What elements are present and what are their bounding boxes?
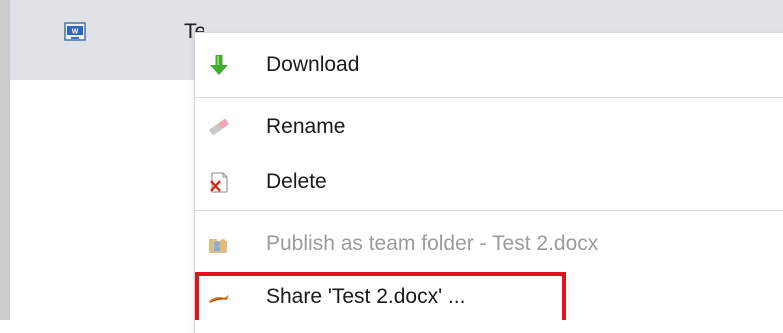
menu-separator: [195, 210, 783, 211]
menu-item-download[interactable]: Download: [195, 41, 783, 89]
word-doc-icon: W: [62, 22, 88, 42]
highlight-box: [195, 272, 566, 320]
menu-item-label: Download: [266, 53, 360, 76]
menu-item-label: Publish as team folder - Test 2.docx: [266, 232, 599, 255]
menu-separator: [195, 97, 783, 98]
eraser-icon: [207, 115, 231, 139]
menu-item-delete[interactable]: Delete: [195, 158, 783, 206]
team-folder-icon: [207, 232, 231, 256]
menu-item-label: Delete: [266, 170, 327, 193]
delete-icon: [207, 170, 231, 194]
svg-text:W: W: [72, 29, 79, 36]
menu-item-publish-team-folder: Publish as team folder - Test 2.docx: [195, 220, 783, 268]
left-edge-strip: [0, 0, 10, 320]
menu-item-label: Rename: [266, 115, 346, 138]
download-arrow-icon: [207, 53, 231, 77]
menu-item-rename[interactable]: Rename: [195, 103, 783, 151]
